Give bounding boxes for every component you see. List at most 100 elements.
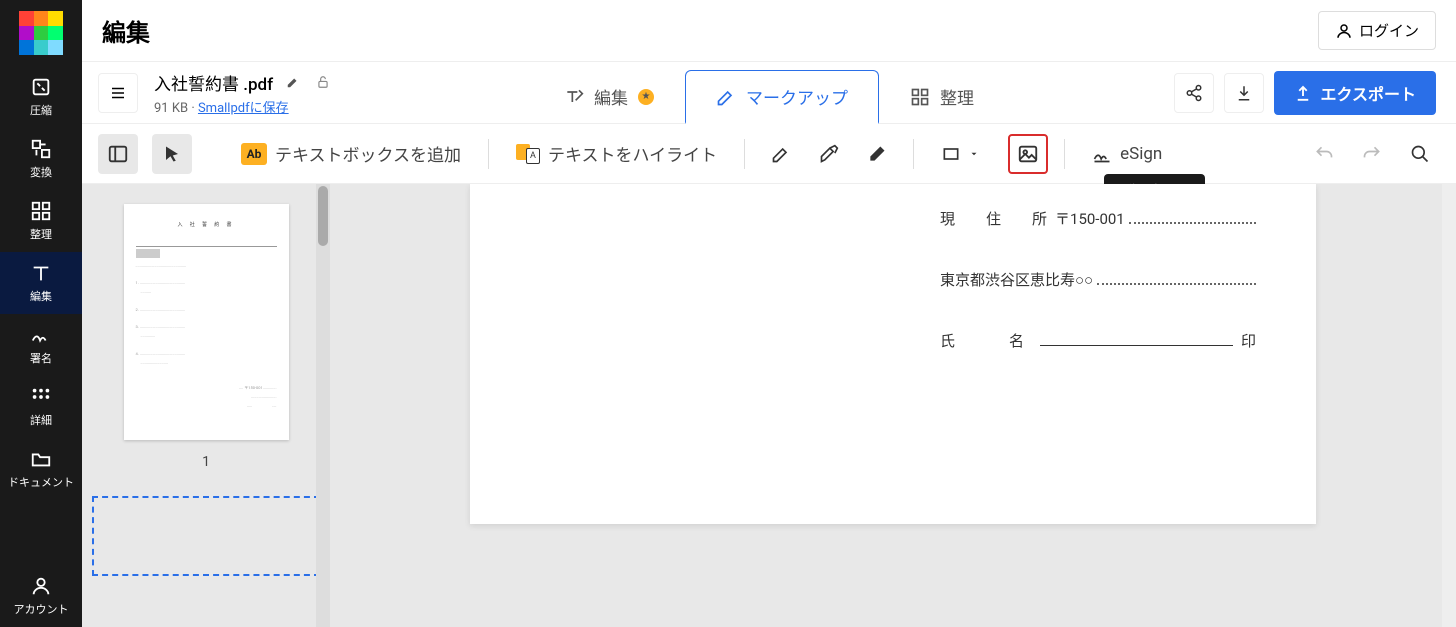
sidebar-item-organize[interactable]: 整理: [0, 190, 82, 252]
eraser-tool[interactable]: [857, 134, 897, 174]
redo-icon: [1362, 144, 1382, 164]
app-logo[interactable]: [19, 11, 63, 55]
convert-icon: [30, 138, 52, 160]
export-button[interactable]: エクスポート: [1274, 71, 1436, 115]
chevron-down-icon: [969, 149, 979, 159]
thumbnail-page-1[interactable]: 入 社 誓 約 書 ..............................…: [124, 204, 289, 440]
left-sidebar: 圧縮 変換 整理 編集 署名 詳細 ドキュメント アカウント: [0, 0, 82, 627]
undo-button[interactable]: [1304, 134, 1344, 174]
main-area: 編集 ログイン 入社誓約書 .pdf 91 KB · Smallpdfに保存: [82, 0, 1456, 627]
sidebar-item-compress[interactable]: 圧縮: [0, 66, 82, 128]
sidebar-label: 署名: [30, 350, 52, 366]
insert-image-tool[interactable]: [1008, 134, 1048, 174]
sidebar-item-documents[interactable]: ドキュメント: [0, 438, 82, 500]
seal-label: 印: [1241, 330, 1256, 351]
divider: [744, 139, 745, 169]
login-label: ログイン: [1359, 20, 1419, 41]
image-icon: [1017, 143, 1039, 165]
name-label: 氏 名: [940, 330, 1032, 351]
star-badge-icon: ★: [638, 89, 654, 105]
tab-label: 編集: [594, 84, 628, 109]
shape-tool[interactable]: [930, 134, 990, 174]
thumbnail-page-number: 1: [202, 454, 210, 470]
tab-edit[interactable]: 編集 ★: [533, 69, 685, 123]
doc-filename: 入社誓約書 .pdf: [154, 70, 273, 95]
doc-size: 91 KB: [154, 101, 188, 116]
cursor-icon: [163, 145, 181, 163]
document-bar: 入社誓約書 .pdf 91 KB · Smallpdfに保存 編集 ★ マークア…: [82, 62, 1456, 124]
search-icon: [1410, 144, 1430, 164]
divider: [913, 139, 914, 169]
address-label: 現 住 所: [940, 208, 1055, 229]
export-label: エクスポート: [1320, 81, 1416, 105]
topbar: 編集 ログイン: [82, 0, 1456, 62]
grid-icon: [30, 200, 52, 222]
name-line: [1040, 332, 1233, 346]
highlight-text-tool[interactable]: A テキストをハイライト: [505, 134, 728, 174]
esign-tool[interactable]: eSign: [1081, 134, 1173, 174]
thumbnail-scrollbar[interactable]: [316, 184, 330, 627]
pencil-icon: [716, 87, 736, 107]
panel-icon: [107, 143, 129, 165]
eraser-icon: [867, 144, 887, 164]
undo-icon: [1314, 144, 1334, 164]
sidebar-item-more[interactable]: 詳細: [0, 376, 82, 438]
pencil-icon[interactable]: [283, 72, 303, 92]
page-title: 編集: [102, 13, 150, 48]
sidebar-label: 編集: [30, 288, 52, 304]
text-icon: [30, 262, 52, 284]
tab-organize[interactable]: 整理: [879, 69, 1005, 123]
search-button[interactable]: [1400, 134, 1440, 174]
address-line2: 東京都渋谷区恵比寿○○: [940, 269, 1093, 290]
address-value: 〒150-001: [1055, 208, 1125, 229]
thumb-title: 入 社 誓 約 書: [136, 222, 277, 229]
add-page-dropzone[interactable]: [92, 496, 320, 576]
download-button[interactable]: [1224, 73, 1264, 113]
edit-text-icon: [564, 87, 584, 107]
panel-toggle-button[interactable]: [98, 134, 138, 174]
page-viewport[interactable]: 現 住 所 〒150-001 東京都渋谷区恵比寿○○ 氏 名 印: [330, 184, 1456, 627]
user-icon: [30, 575, 52, 597]
share-button[interactable]: [1174, 73, 1214, 113]
document-page[interactable]: 現 住 所 〒150-001 東京都渋谷区恵比寿○○ 氏 名 印: [470, 184, 1316, 524]
pen-tool[interactable]: [761, 134, 801, 174]
pen-icon: [771, 144, 791, 164]
download-icon: [1235, 84, 1253, 102]
apps-icon: [30, 386, 52, 408]
doc-info: 入社誓約書 .pdf 91 KB · Smallpdfに保存: [154, 70, 333, 116]
saved-link[interactable]: Smallpdfに保存: [198, 101, 289, 116]
compress-icon: [30, 76, 52, 98]
sidebar-item-convert[interactable]: 変換: [0, 128, 82, 190]
sidebar-item-edit[interactable]: 編集: [0, 252, 82, 314]
folder-icon: [30, 448, 52, 470]
sidebar-label: アカウント: [14, 601, 69, 617]
doc-menu-button[interactable]: [98, 73, 138, 113]
sidebar-label: ドキュメント: [8, 474, 74, 490]
sidebar-label: 圧縮: [30, 102, 52, 118]
divider: [488, 139, 489, 169]
cursor-tool[interactable]: [152, 134, 192, 174]
sidebar-label: 変換: [30, 164, 52, 180]
tab-markup[interactable]: マークアップ: [685, 70, 879, 124]
thumbnail-panel: 入 社 誓 約 書 ..............................…: [82, 184, 330, 627]
add-textbox-tool[interactable]: Ab テキストボックスを追加: [230, 134, 472, 174]
user-icon: [1335, 22, 1353, 40]
page-scrollbar[interactable]: [1442, 184, 1456, 627]
textbox-icon: Ab: [241, 143, 267, 165]
redo-button[interactable]: [1352, 134, 1392, 174]
login-button[interactable]: ログイン: [1318, 11, 1436, 50]
tool-label: eSign: [1120, 144, 1162, 164]
menu-icon: [109, 84, 127, 102]
workspace: 入 社 誓 約 書 ..............................…: [82, 184, 1456, 627]
highlighter-icon: [819, 144, 839, 164]
share-icon: [1185, 84, 1203, 102]
highlighter-tool[interactable]: [809, 134, 849, 174]
signature-icon: [1092, 144, 1112, 164]
signature-icon: [30, 324, 52, 346]
tool-label: テキストをハイライト: [548, 141, 717, 166]
sidebar-item-account[interactable]: アカウント: [0, 565, 82, 627]
unlock-icon[interactable]: [313, 72, 333, 92]
dotted-line: [1129, 212, 1256, 224]
tab-label: マークアップ: [746, 84, 848, 109]
sidebar-item-sign[interactable]: 署名: [0, 314, 82, 376]
